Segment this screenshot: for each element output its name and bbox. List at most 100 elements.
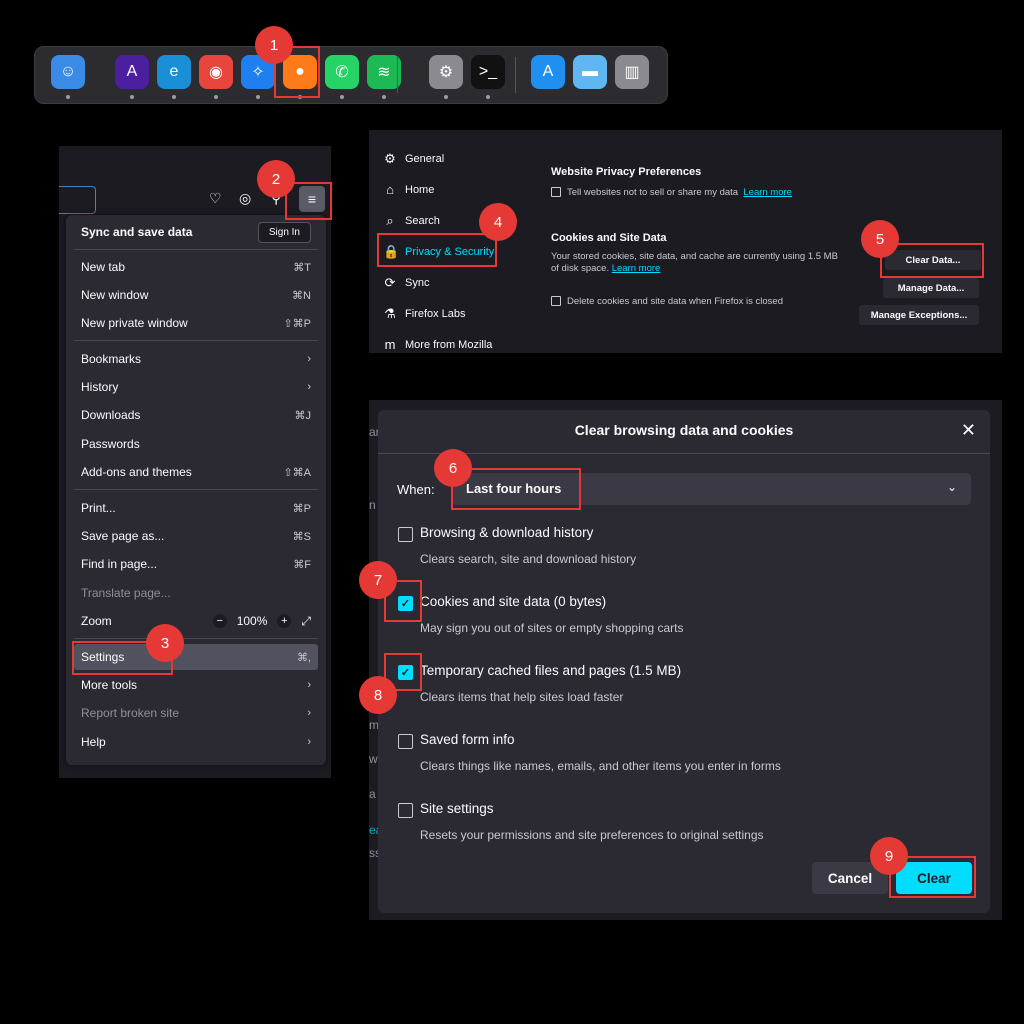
menu-item-shortcut: ⌘J (294, 409, 312, 422)
dialog-title: Clear browsing data and cookies (574, 422, 794, 438)
close-icon[interactable]: ✕ (961, 420, 976, 441)
running-indicator (256, 95, 260, 99)
running-indicator (444, 95, 448, 99)
labs-icon: ⚗ (384, 306, 396, 321)
menu-item-label: History (81, 380, 119, 394)
system-settings-icon[interactable]: ⚙ (429, 55, 463, 89)
chevron-right-icon: › (307, 736, 311, 748)
menu-item-passwords[interactable]: Passwords (81, 433, 311, 455)
arc-icon[interactable]: A (115, 55, 149, 89)
option-description: Clears search, site and download history (420, 552, 637, 566)
menu-item-help[interactable]: Help › (81, 731, 311, 753)
menu-item-shortcut: ⇧⌘A (283, 466, 311, 479)
zoom-in-button[interactable]: + (277, 614, 292, 628)
menu-item-shortcut: ⇧⌘P (283, 317, 311, 330)
settings-nav-general[interactable]: ⚙ General (383, 151, 444, 167)
privacy-checkbox[interactable] (551, 187, 561, 198)
option-label: Temporary cached files and pages (1.5 MB… (420, 663, 682, 678)
chrome-icon[interactable]: ◉ (199, 55, 233, 89)
running-indicator (382, 95, 386, 99)
fullscreen-icon[interactable]: ⤢ (301, 614, 311, 629)
menu-item-save-page-as[interactable]: Save page as... ⌘S (81, 525, 311, 547)
sync-row[interactable]: Sync and save data Sign In (81, 221, 311, 243)
step-marker-5: 5 (861, 220, 899, 258)
menu-item-label: Help (81, 735, 106, 749)
option-description: May sign you out of sites or empty shopp… (420, 621, 684, 635)
account-icon[interactable]: ◎ (239, 190, 251, 207)
chevron-right-icon: › (307, 381, 311, 393)
running-indicator (340, 95, 344, 99)
when-label: When: (397, 482, 435, 497)
settings-nav-more-from-mozilla[interactable]: m More from Mozilla (383, 337, 493, 352)
running-indicator (66, 95, 70, 99)
menu-item-add-ons-and-themes[interactable]: Add-ons and themes ⇧⌘A (81, 461, 311, 483)
step-marker-2: 2 (257, 160, 295, 198)
pocket-icon[interactable]: ♡ (209, 190, 222, 207)
chevron-right-icon: › (307, 679, 311, 691)
privacy-option[interactable]: Tell websites not to sell or share my da… (551, 187, 792, 199)
menu-item-history[interactable]: History › (81, 376, 311, 398)
option-description: Clears items that help sites load faster (420, 690, 624, 704)
menu-item-shortcut: ⌘, (296, 651, 311, 664)
option-label: Saved form info (420, 732, 515, 747)
whatsapp-icon[interactable]: ✆ (325, 55, 359, 89)
menu-item-find-in-page[interactable]: Find in page... ⌘F (81, 553, 311, 575)
step-marker-7: 7 (359, 561, 397, 599)
delete-on-close-checkbox[interactable] (551, 296, 561, 307)
option-description: Clears things like names, emails, and ot… (420, 759, 781, 773)
checkbox[interactable] (398, 803, 413, 818)
menu-item-label: New window (81, 288, 149, 302)
cookies-heading: Cookies and Site Data (551, 232, 667, 244)
folder-icon[interactable]: ▬ (573, 55, 607, 89)
checkbox[interactable] (398, 734, 413, 749)
learn-more-link-2[interactable]: Learn more (612, 263, 661, 274)
trash-icon[interactable]: ▥ (615, 55, 649, 89)
settings-nav-sync[interactable]: ⟳ Sync (383, 275, 430, 291)
running-indicator (486, 95, 490, 99)
manage-data-button[interactable]: Manage Data... (883, 278, 979, 298)
app-store-icon[interactable]: A (531, 55, 565, 89)
privacy-heading: Website Privacy Preferences (551, 166, 702, 178)
menu-item-label: Translate page... (81, 586, 171, 600)
highlight-privacy (377, 233, 497, 267)
settings-nav-firefox-labs[interactable]: ⚗ Firefox Labs (383, 306, 466, 322)
menu-item-new-tab[interactable]: New tab ⌘T (81, 256, 311, 278)
finder-icon[interactable]: ☺ (51, 55, 85, 89)
menu-item-label: Downloads (81, 408, 141, 422)
dock-separator (515, 57, 516, 93)
edge-icon[interactable]: e (157, 55, 191, 89)
settings-nav-search[interactable]: ⌕ Search (383, 213, 440, 229)
running-indicator (130, 95, 134, 99)
menu-item-label: New tab (81, 260, 126, 274)
menu-item-label: Add-ons and themes (81, 465, 192, 479)
chevron-down-icon: ⌄ (946, 480, 957, 494)
dock-separator (397, 57, 398, 93)
manage-exceptions-button[interactable]: Manage Exceptions... (859, 305, 979, 325)
url-bar[interactable] (59, 186, 96, 214)
zoom-out-button[interactable]: − (212, 614, 227, 628)
settings-nav-home[interactable]: ⌂ Home (383, 182, 434, 197)
menu-item-new-window[interactable]: New window ⌘N (81, 284, 311, 306)
menu-item-label: Zoom (81, 614, 112, 628)
app-menu: Sync and save data Sign In New tab ⌘T New … (66, 215, 326, 765)
checkbox[interactable] (398, 527, 413, 542)
delete-on-close-option[interactable]: Delete cookies and site data when Firefo… (551, 296, 783, 308)
menu-item-zoom[interactable]: Zoom −100% + ⤢ (81, 610, 311, 632)
learn-more-link[interactable]: Learn more (743, 187, 792, 198)
menu-item-shortcut: ⌘P (292, 502, 311, 515)
search-icon: ⌕ (386, 213, 394, 228)
menu-item-print[interactable]: Print... ⌘P (81, 497, 311, 519)
terminal-icon[interactable]: >_ (471, 55, 505, 89)
menu-item-downloads[interactable]: Downloads ⌘J (81, 404, 311, 426)
option-label: Cookies and site data (0 bytes) (420, 594, 607, 609)
settings-nav-label: More from Mozilla (405, 338, 493, 351)
home-icon: ⌂ (386, 182, 394, 197)
menu-item-more-tools[interactable]: More tools › (81, 674, 311, 696)
sign-in-button[interactable]: Sign In (257, 221, 311, 243)
menu-item-bookmarks[interactable]: Bookmarks › (81, 348, 311, 370)
step-marker-4: 4 (479, 203, 517, 241)
settings-nav-label: Firefox Labs (405, 308, 466, 320)
menu-item-label: Bookmarks (81, 352, 142, 366)
spotify-icon[interactable]: ≋ (367, 55, 401, 89)
menu-item-new-private-window[interactable]: New private window ⇧⌘P (81, 312, 311, 334)
